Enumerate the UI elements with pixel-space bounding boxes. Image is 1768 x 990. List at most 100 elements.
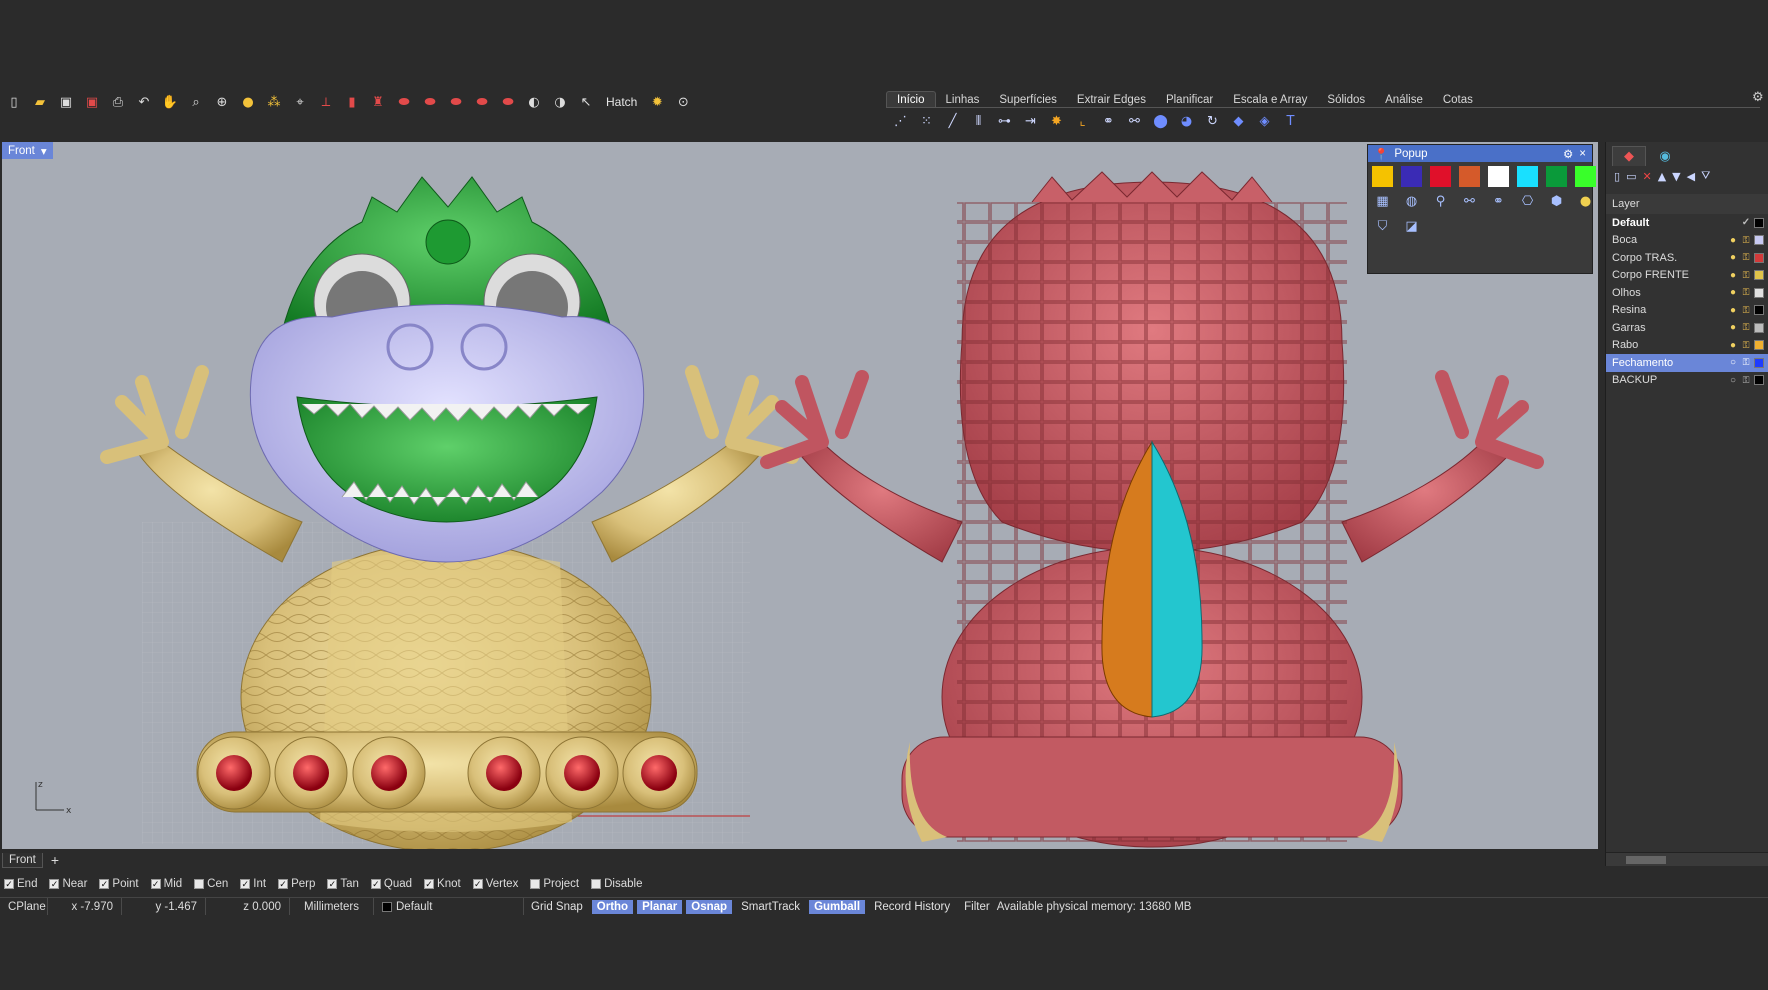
move-up-icon[interactable]: ▲ xyxy=(1658,170,1666,183)
checkbox[interactable] xyxy=(530,879,541,889)
material-icon[interactable]: ⬬ xyxy=(472,92,492,112)
tab-superficies[interactable]: Superfícies xyxy=(989,92,1067,108)
layers-tab-icon[interactable]: ◆ xyxy=(1612,146,1646,166)
viewport-title[interactable]: Front ▾ xyxy=(2,142,53,159)
bulb-icon[interactable]: ● xyxy=(1575,191,1596,212)
checkbox[interactable]: ✓ xyxy=(472,879,483,889)
osnap-near[interactable]: ✓ Near xyxy=(49,878,87,890)
camera-icon[interactable]: ⎔ xyxy=(1517,191,1538,212)
pin-icon[interactable]: 📍 xyxy=(1374,147,1388,161)
render-preview-icon[interactable]: ⬬ xyxy=(446,92,466,112)
group-icon[interactable]: ⚯ xyxy=(1124,111,1145,131)
layer-color[interactable] xyxy=(1754,217,1764,228)
chevron-down-icon[interactable]: ▾ xyxy=(41,144,47,158)
hatch-button[interactable]: Hatch xyxy=(602,95,641,109)
box-icon[interactable]: ◆ xyxy=(1228,111,1249,131)
lock-objects-icon[interactable]: ⟂ xyxy=(316,92,336,112)
save-icon[interactable]: ▣ xyxy=(56,92,76,112)
sphere-mesh-icon[interactable]: ◍ xyxy=(1401,191,1422,212)
color-swatch[interactable] xyxy=(1575,166,1596,187)
hide-objects-icon[interactable]: ⌖ xyxy=(290,92,310,112)
close-icon[interactable]: × xyxy=(1579,148,1586,160)
gumball-icon[interactable]: ⚲ xyxy=(1430,191,1451,212)
osnap-perp[interactable]: ✓ Perp xyxy=(278,878,315,890)
osnap-cen[interactable]: Cen xyxy=(194,878,228,890)
checkbox[interactable]: ✓ xyxy=(327,879,338,889)
tab-solidos[interactable]: Sólidos xyxy=(1317,92,1375,108)
lock-icon[interactable]: ⚿ xyxy=(1741,375,1751,386)
layer-color[interactable] xyxy=(1754,375,1764,386)
boolean-difference-icon[interactable]: ◕ xyxy=(1176,111,1197,131)
point-icon[interactable]: ⋰ xyxy=(890,111,911,131)
osnap-toggle[interactable]: Osnap xyxy=(686,899,733,914)
tab-front[interactable]: Front xyxy=(2,852,43,868)
pointer-icon[interactable]: ↖ xyxy=(576,92,596,112)
options-icon[interactable]: ⊙ xyxy=(673,92,693,112)
lock-icon[interactable]: ⚿ xyxy=(1741,235,1751,246)
checkbox[interactable]: ✓ xyxy=(49,879,60,889)
layer-row-garras[interactable]: Garras ● ⚿ xyxy=(1606,319,1768,337)
print-icon[interactable]: ⎙ xyxy=(108,92,128,112)
layer-color[interactable] xyxy=(1754,270,1764,281)
save-as-icon[interactable]: ▣ xyxy=(82,92,102,112)
sun-icon[interactable]: ✹ xyxy=(647,92,667,112)
lock-icon[interactable]: ⚿ xyxy=(1741,340,1751,351)
layer-row-rabo[interactable]: Rabo ● ⚿ xyxy=(1606,337,1768,355)
new-sublayer-icon[interactable]: ▭ xyxy=(1626,170,1636,183)
checkbox[interactable]: ✓ xyxy=(240,879,251,889)
color-swatch[interactable] xyxy=(1372,166,1393,187)
car-icon[interactable]: ⬬ xyxy=(498,92,518,112)
color-swatch[interactable] xyxy=(1401,166,1422,187)
solid-icon[interactable]: ◈ xyxy=(1254,111,1275,131)
ortho-toggle[interactable]: Ortho xyxy=(591,899,634,914)
check-icon[interactable]: ✓ xyxy=(1741,217,1751,228)
smarttrack-toggle[interactable]: SmartTrack xyxy=(736,900,805,914)
osnap-knot[interactable]: ✓ Knot xyxy=(424,878,461,890)
front-viewport[interactable]: z x Front ▾ xyxy=(2,142,1598,849)
undo-icon[interactable]: ↶ xyxy=(134,92,154,112)
move-left-icon[interactable]: ◀ xyxy=(1687,170,1695,183)
checkbox[interactable]: ✓ xyxy=(278,879,289,889)
bulb-icon[interactable]: ○ xyxy=(1728,357,1738,368)
color-swatch[interactable] xyxy=(1517,166,1538,187)
checkbox[interactable] xyxy=(591,879,602,889)
color-swatch[interactable] xyxy=(1459,166,1480,187)
tab-planificar[interactable]: Planificar xyxy=(1156,92,1223,108)
color-swatch[interactable] xyxy=(1488,166,1509,187)
rotate-icon[interactable]: ↻ xyxy=(1202,111,1223,131)
new-file-icon[interactable]: ▯ xyxy=(4,92,24,112)
chain-icon[interactable]: ⚭ xyxy=(1488,191,1509,212)
gear-icon[interactable]: ⚙ xyxy=(1752,90,1764,105)
lock-icon[interactable]: ⚿ xyxy=(1741,287,1751,298)
tab-linhas[interactable]: Linhas xyxy=(936,92,990,108)
light-bulb-icon[interactable]: ● xyxy=(238,92,258,112)
layer-row-boca[interactable]: Boca ● ⚿ xyxy=(1606,232,1768,250)
osnap-project[interactable]: Project xyxy=(530,878,579,890)
bulb-icon[interactable]: ● xyxy=(1728,305,1738,316)
delete-layer-icon[interactable]: ✕ xyxy=(1642,170,1651,183)
osnap-disable[interactable]: Disable xyxy=(591,878,642,890)
osnap-vertex[interactable]: ✓ Vertex xyxy=(472,878,518,890)
layer-row-default[interactable]: Default ✓ xyxy=(1606,214,1768,232)
osnap-quad[interactable]: ✓ Quad xyxy=(370,878,412,890)
model-front-view[interactable] xyxy=(100,176,799,849)
model-canvas[interactable]: z x xyxy=(2,142,1598,849)
checkbox[interactable]: ✓ xyxy=(150,879,161,889)
layer-row-backup[interactable]: BACKUP ○ ⚿ xyxy=(1606,372,1768,390)
layer-row-fechamento[interactable]: Fechamento ○ ⚿ xyxy=(1606,354,1768,372)
sphere-shaded-icon[interactable]: ◐ xyxy=(524,92,544,112)
sphere-rendered-icon[interactable]: ◑ xyxy=(550,92,570,112)
explode-icon[interactable]: ✸ xyxy=(1046,111,1067,131)
tab-escala-e-array[interactable]: Escala e Array xyxy=(1223,92,1317,108)
split-icon[interactable]: ⫴ xyxy=(968,111,989,131)
extend-icon[interactable]: ⇥ xyxy=(1020,111,1041,131)
show-objects-icon[interactable]: ⁂ xyxy=(264,92,284,112)
bulb-icon[interactable]: ● xyxy=(1728,287,1738,298)
cplane-label[interactable]: CPlane xyxy=(0,898,48,915)
layer-color[interactable] xyxy=(1754,235,1764,246)
osnap-tan[interactable]: ✓ Tan xyxy=(327,878,359,890)
osnap-int[interactable]: ✓ Int xyxy=(240,878,266,890)
layer-color[interactable] xyxy=(1754,340,1764,351)
checkbox[interactable]: ✓ xyxy=(424,879,435,889)
bulb-icon[interactable]: ○ xyxy=(1728,375,1738,386)
